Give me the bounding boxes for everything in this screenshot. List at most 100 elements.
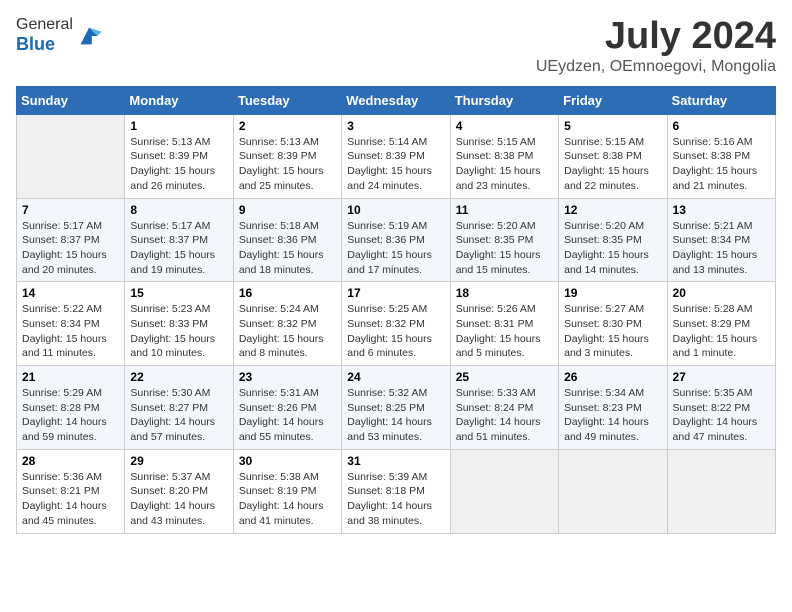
day-number: 10 [347, 203, 444, 217]
day-info: Sunrise: 5:13 AM Sunset: 8:39 PM Dayligh… [130, 135, 227, 194]
day-info: Sunrise: 5:31 AM Sunset: 8:26 PM Dayligh… [239, 386, 336, 445]
day-cell: 17 Sunrise: 5:25 AM Sunset: 8:32 PM Dayli… [342, 282, 450, 366]
day-cell: 18 Sunrise: 5:26 AM Sunset: 8:31 PM Dayli… [450, 282, 558, 366]
day-cell: 24 Sunrise: 5:32 AM Sunset: 8:25 PM Dayli… [342, 366, 450, 450]
day-info: Sunrise: 5:22 AM Sunset: 8:34 PM Dayligh… [22, 302, 119, 361]
day-cell [667, 449, 775, 533]
day-info: Sunrise: 5:18 AM Sunset: 8:36 PM Dayligh… [239, 219, 336, 278]
day-info: Sunrise: 5:38 AM Sunset: 8:19 PM Dayligh… [239, 470, 336, 529]
week-row-3: 14 Sunrise: 5:22 AM Sunset: 8:34 PM Dayli… [17, 282, 776, 366]
day-number: 27 [673, 370, 770, 384]
day-number: 2 [239, 119, 336, 133]
day-number: 6 [673, 119, 770, 133]
day-info: Sunrise: 5:17 AM Sunset: 8:37 PM Dayligh… [22, 219, 119, 278]
day-cell: 1Sunrise: 5:13 AM Sunset: 8:39 PM Daylig… [125, 114, 233, 198]
day-cell: 15 Sunrise: 5:23 AM Sunset: 8:33 PM Dayli… [125, 282, 233, 366]
day-cell [559, 449, 667, 533]
header-cell-sunday: Sunday [17, 86, 125, 114]
day-number: 28 [22, 454, 119, 468]
day-cell: 20 Sunrise: 5:28 AM Sunset: 8:29 PM Dayli… [667, 282, 775, 366]
week-row-1: 1Sunrise: 5:13 AM Sunset: 8:39 PM Daylig… [17, 114, 776, 198]
day-cell: 5 Sunrise: 5:15 AM Sunset: 8:38 PM Daylig… [559, 114, 667, 198]
header-cell-tuesday: Tuesday [233, 86, 341, 114]
header-cell-thursday: Thursday [450, 86, 558, 114]
day-info: Sunrise: 5:34 AM Sunset: 8:23 PM Dayligh… [564, 386, 661, 445]
calendar-body: 1Sunrise: 5:13 AM Sunset: 8:39 PM Daylig… [17, 114, 776, 533]
day-number: 14 [22, 286, 119, 300]
day-cell: 10 Sunrise: 5:19 AM Sunset: 8:36 PM Dayli… [342, 198, 450, 282]
day-number: 31 [347, 454, 444, 468]
day-cell: 25Sunrise: 5:33 AM Sunset: 8:24 PM Dayli… [450, 366, 558, 450]
day-cell: 28 Sunrise: 5:36 AM Sunset: 8:21 PM Dayli… [17, 449, 125, 533]
calendar-subtitle: UEydzen, OEmnoegovi, Mongolia [536, 58, 776, 76]
day-cell: 7 Sunrise: 5:17 AM Sunset: 8:37 PM Daylig… [17, 198, 125, 282]
day-cell: 9 Sunrise: 5:18 AM Sunset: 8:36 PM Daylig… [233, 198, 341, 282]
header-cell-monday: Monday [125, 86, 233, 114]
day-number: 25 [456, 370, 553, 384]
day-cell: 11 Sunrise: 5:20 AM Sunset: 8:35 PM Dayli… [450, 198, 558, 282]
header-cell-saturday: Saturday [667, 86, 775, 114]
day-number: 18 [456, 286, 553, 300]
day-cell: 16 Sunrise: 5:24 AM Sunset: 8:32 PM Dayli… [233, 282, 341, 366]
day-number: 17 [347, 286, 444, 300]
day-info: Sunrise: 5:15 AM Sunset: 8:38 PM Dayligh… [564, 135, 661, 194]
day-info: Sunrise: 5:25 AM Sunset: 8:32 PM Dayligh… [347, 302, 444, 361]
day-info: Sunrise: 5:23 AM Sunset: 8:33 PM Dayligh… [130, 302, 227, 361]
header-cell-friday: Friday [559, 86, 667, 114]
day-number: 19 [564, 286, 661, 300]
day-number: 8 [130, 203, 227, 217]
day-number: 3 [347, 119, 444, 133]
logo-general: General [16, 16, 73, 33]
day-number: 23 [239, 370, 336, 384]
day-cell: 6Sunrise: 5:16 AM Sunset: 8:38 PM Daylig… [667, 114, 775, 198]
day-info: Sunrise: 5:32 AM Sunset: 8:25 PM Dayligh… [347, 386, 444, 445]
day-number: 11 [456, 203, 553, 217]
day-cell: 21 Sunrise: 5:29 AM Sunset: 8:28 PM Dayli… [17, 366, 125, 450]
day-number: 21 [22, 370, 119, 384]
day-number: 30 [239, 454, 336, 468]
title-block: July 2024 UEydzen, OEmnoegovi, Mongolia [536, 16, 776, 76]
day-cell: 23 Sunrise: 5:31 AM Sunset: 8:26 PM Dayli… [233, 366, 341, 450]
day-number: 9 [239, 203, 336, 217]
day-number: 13 [673, 203, 770, 217]
day-info: Sunrise: 5:39 AM Sunset: 8:18 PM Dayligh… [347, 470, 444, 529]
day-info: Sunrise: 5:26 AM Sunset: 8:31 PM Dayligh… [456, 302, 553, 361]
day-cell: 8Sunrise: 5:17 AM Sunset: 8:37 PM Daylig… [125, 198, 233, 282]
day-number: 26 [564, 370, 661, 384]
day-info: Sunrise: 5:21 AM Sunset: 8:34 PM Dayligh… [673, 219, 770, 278]
day-number: 20 [673, 286, 770, 300]
day-info: Sunrise: 5:20 AM Sunset: 8:35 PM Dayligh… [456, 219, 553, 278]
day-info: Sunrise: 5:36 AM Sunset: 8:21 PM Dayligh… [22, 470, 119, 529]
day-cell: 4Sunrise: 5:15 AM Sunset: 8:38 PM Daylig… [450, 114, 558, 198]
logo-icon [75, 22, 103, 50]
day-info: Sunrise: 5:19 AM Sunset: 8:36 PM Dayligh… [347, 219, 444, 278]
day-info: Sunrise: 5:29 AM Sunset: 8:28 PM Dayligh… [22, 386, 119, 445]
day-info: Sunrise: 5:28 AM Sunset: 8:29 PM Dayligh… [673, 302, 770, 361]
day-number: 22 [130, 370, 227, 384]
day-cell: 22 Sunrise: 5:30 AM Sunset: 8:27 PM Dayli… [125, 366, 233, 450]
calendar-header: SundayMondayTuesdayWednesdayThursdayFrid… [17, 86, 776, 114]
day-info: Sunrise: 5:35 AM Sunset: 8:22 PM Dayligh… [673, 386, 770, 445]
day-number: 5 [564, 119, 661, 133]
day-info: Sunrise: 5:14 AM Sunset: 8:39 PM Dayligh… [347, 135, 444, 194]
day-cell: 2Sunrise: 5:13 AM Sunset: 8:39 PM Daylig… [233, 114, 341, 198]
day-cell [450, 449, 558, 533]
header-cell-wednesday: Wednesday [342, 86, 450, 114]
day-cell: 30 Sunrise: 5:38 AM Sunset: 8:19 PM Dayli… [233, 449, 341, 533]
day-info: Sunrise: 5:30 AM Sunset: 8:27 PM Dayligh… [130, 386, 227, 445]
day-info: Sunrise: 5:37 AM Sunset: 8:20 PM Dayligh… [130, 470, 227, 529]
day-cell: 14 Sunrise: 5:22 AM Sunset: 8:34 PM Dayli… [17, 282, 125, 366]
day-cell [17, 114, 125, 198]
week-row-5: 28 Sunrise: 5:36 AM Sunset: 8:21 PM Dayli… [17, 449, 776, 533]
day-info: Sunrise: 5:24 AM Sunset: 8:32 PM Dayligh… [239, 302, 336, 361]
day-number: 16 [239, 286, 336, 300]
day-number: 4 [456, 119, 553, 133]
day-number: 7 [22, 203, 119, 217]
day-cell: 19Sunrise: 5:27 AM Sunset: 8:30 PM Dayli… [559, 282, 667, 366]
week-row-4: 21 Sunrise: 5:29 AM Sunset: 8:28 PM Dayli… [17, 366, 776, 450]
header-row: SundayMondayTuesdayWednesdayThursdayFrid… [17, 86, 776, 114]
day-number: 24 [347, 370, 444, 384]
day-cell: 29Sunrise: 5:37 AM Sunset: 8:20 PM Dayli… [125, 449, 233, 533]
page-header: General Blue July 2024 UEydzen, OEmnoego… [16, 16, 776, 76]
day-number: 15 [130, 286, 227, 300]
